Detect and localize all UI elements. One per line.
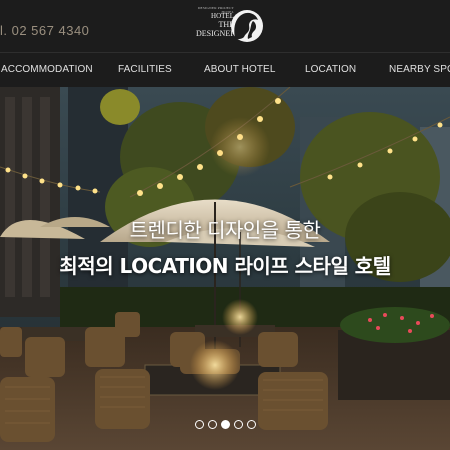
- nav-nearby-spot[interactable]: NEARBY SPOT: [389, 64, 450, 75]
- hero-slideshow[interactable]: 트렌디한 디자인을 통한 최적의 LOCATION 라이프 스타일 호텔: [0, 87, 450, 450]
- hotel-logo[interactable]: DESIGNER PROJECT HOTEL HOTEL THE DESIGNE…: [196, 6, 266, 46]
- slide-dot-4[interactable]: [234, 420, 243, 429]
- phone-number: l. 02 567 4340: [0, 23, 90, 38]
- slide-dot-5[interactable]: [247, 420, 256, 429]
- hero-headline-line2: 최적의 LOCATION 라이프 스타일 호텔: [59, 254, 391, 278]
- slide-dot-2[interactable]: [208, 420, 217, 429]
- header-bar: l. 02 567 4340 DESIGNER PROJECT HOTEL HO…: [0, 0, 450, 53]
- nav-location[interactable]: LOCATION: [305, 64, 356, 75]
- slide-dot-3[interactable]: [221, 420, 230, 429]
- nav-facilities[interactable]: FACILITIES: [118, 64, 172, 75]
- slide-dot-1[interactable]: [195, 420, 204, 429]
- nav-about-hotel[interactable]: ABOUT HOTEL: [204, 64, 276, 75]
- main-navigation: ACCOMMODATION FACILITIES ABOUT HOTEL LOC…: [0, 53, 450, 87]
- face-silhouette-icon: [231, 10, 263, 42]
- nav-accommodation[interactable]: ACCOMMODATION: [1, 64, 93, 75]
- hero-headline-line1: 트렌디한 디자인을 통한: [129, 218, 321, 242]
